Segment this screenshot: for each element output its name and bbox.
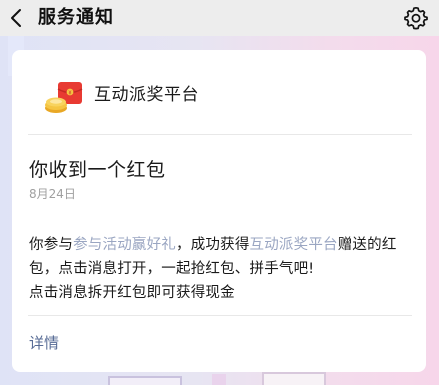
back-button[interactable] [6, 6, 26, 30]
gear-icon [404, 6, 428, 30]
footer-divider [28, 315, 412, 316]
svg-text:¥: ¥ [68, 91, 71, 97]
red-envelope-icon: ¥ [45, 82, 83, 113]
app-icon: ¥ [38, 80, 86, 116]
pixel-decoration [262, 372, 326, 385]
notification-card[interactable]: ¥ 互动派奖平台 你收到一个红包 8月24日 你参与参与活动赢好礼，成功获得互动… [12, 50, 426, 372]
top-nav-bar: 服务通知 [0, 0, 439, 36]
message-title: 你收到一个红包 [29, 159, 166, 181]
body-text-line3: 点击消息拆开红包即可获得现金 [29, 285, 235, 301]
activity-link-text: 参与活动赢好礼 [73, 237, 177, 253]
pixel-decoration [212, 374, 226, 385]
body-text: 你参与 [29, 237, 74, 253]
card-header[interactable]: ¥ 互动派奖平台 [12, 50, 426, 134]
message-date: 8月24日 [29, 187, 76, 201]
body-text: ，成功获得 [176, 237, 250, 253]
details-link[interactable]: 详情 [29, 332, 59, 354]
message-body: 你参与参与活动赢好礼，成功获得互动派奖平台赠送的红包，点击消息打开，一起抢红包、… [29, 233, 413, 305]
platform-link-text: 互动派奖平台 [249, 237, 338, 253]
header-divider [28, 134, 412, 135]
pixel-decoration [108, 376, 182, 385]
settings-button[interactable] [403, 5, 429, 31]
page-title: 服务通知 [38, 7, 114, 28]
chevron-left-icon [11, 9, 21, 27]
app-name: 互动派奖平台 [94, 85, 199, 105]
